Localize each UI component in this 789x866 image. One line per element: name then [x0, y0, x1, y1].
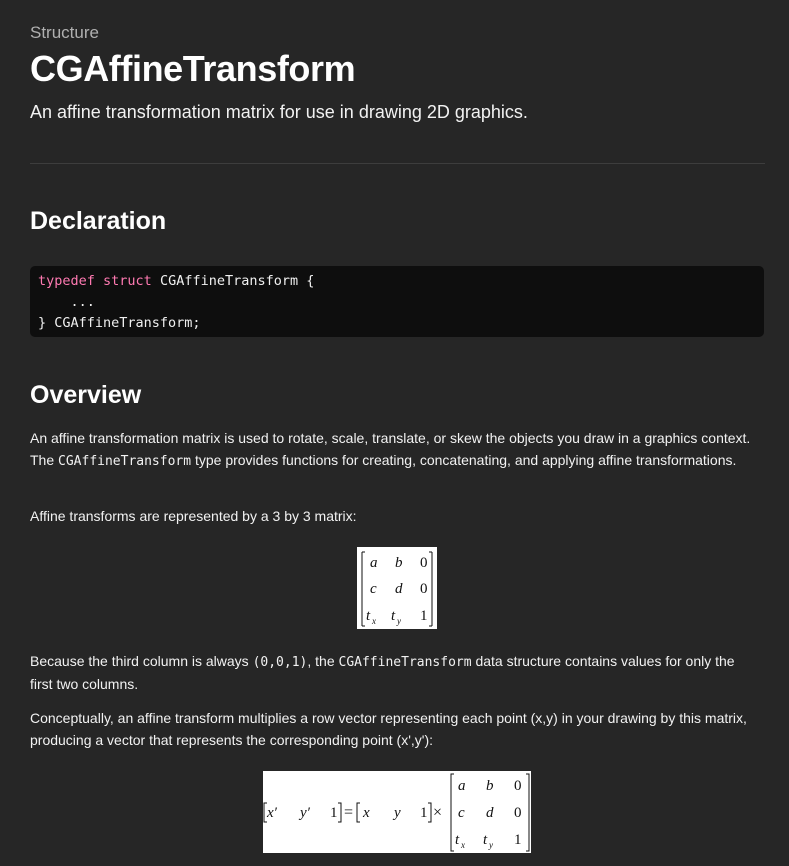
eq-matrix-right-bracket	[526, 773, 530, 852]
lhs-one: 1	[330, 805, 338, 821]
eq-matrix-cell: 0	[514, 778, 522, 794]
code-line-2: ...	[38, 294, 95, 310]
eq-matrix-cell: d	[486, 805, 494, 821]
matrix-subscript: y	[396, 616, 401, 626]
rhs-y: y	[392, 805, 401, 821]
eq-matrix-left-bracket	[450, 773, 454, 852]
text-run: Because the third column is always	[30, 653, 253, 669]
matrix-cell: 0	[420, 555, 428, 571]
text-run: type provides functions for creating, co…	[191, 451, 737, 468]
matrix-cell: b	[395, 555, 403, 571]
overview-heading: Overview	[30, 381, 142, 409]
rhs-left-bracket	[356, 802, 360, 823]
lhs-x: x′	[266, 805, 278, 821]
matrix-cell: t	[366, 608, 371, 624]
matrix-cell: 1	[420, 608, 428, 624]
eq-matrix-cell: c	[458, 805, 465, 821]
inline-code-symbol[interactable]: CGAffineTransform	[339, 655, 472, 670]
eq-matrix-cell: 1	[514, 832, 522, 848]
rhs-right-bracket	[428, 802, 432, 823]
declaration-heading: Declaration	[30, 207, 167, 235]
matrix-svg: a b 0 c d 0 t x t y 1	[361, 551, 433, 627]
matrix-cell: 0	[420, 581, 428, 597]
matrix-cell: t	[391, 608, 396, 624]
rhs-x: x	[362, 805, 370, 821]
matrix-subscript: x	[371, 616, 376, 626]
section-divider	[30, 163, 765, 164]
page-title: CGAffineTransform	[30, 48, 356, 89]
declaration-code-block[interactable]: typedef struct CGAffineTransform { ... }…	[30, 266, 764, 337]
matrix-cell: c	[370, 581, 377, 597]
eq-matrix-cell: 0	[514, 805, 522, 821]
inline-code-value: (0,0,1)	[252, 655, 308, 670]
eq-matrix-cell: t	[455, 832, 460, 848]
rhs-one: 1	[420, 805, 428, 821]
matrix-figure: a b 0 c d 0 t x t y 1	[357, 547, 437, 629]
overview-paragraph-2: Affine transforms are represented by a 3…	[30, 508, 357, 524]
overview-paragraph-4: Conceptually, an affine transform multip…	[30, 710, 747, 748]
code-line-3: } CGAffineTransform;	[38, 315, 201, 331]
equals-sign: =	[344, 804, 353, 821]
matrix-cell: a	[370, 555, 378, 571]
code-line-1: CGAffineTransform {	[151, 273, 315, 289]
eq-matrix-subscript: y	[488, 840, 493, 850]
eyebrow-label: Structure	[30, 23, 99, 42]
lhs-y: y′	[298, 805, 311, 821]
equation-figure: x′ y′ 1 = x y 1 × a b 0 c d 0 t x t y 1	[263, 771, 531, 853]
eq-matrix-subscript: x	[460, 840, 465, 850]
matrix-cell: d	[395, 581, 403, 597]
eq-matrix-cell: t	[483, 832, 488, 848]
eq-matrix-cell: b	[486, 778, 494, 794]
inline-code-symbol[interactable]: CGAffineTransform	[58, 454, 191, 469]
right-bracket	[429, 551, 433, 627]
equation-svg: x′ y′ 1 = x y 1 × a b 0 c d 0 t x t y 1	[263, 773, 530, 852]
code-keyword-struct: struct	[103, 273, 152, 289]
eq-matrix-cell: a	[458, 778, 466, 794]
page-abstract: An affine transformation matrix for use …	[30, 102, 528, 122]
overview-paragraph-1: An affine transformation matrix is used …	[30, 428, 760, 472]
text-run: , the	[307, 653, 339, 669]
overview-paragraph-3: Because the third column is always (0,0,…	[30, 651, 760, 695]
left-bracket	[361, 551, 365, 627]
lhs-right-bracket	[338, 802, 342, 823]
code-keyword-typedef: typedef	[38, 273, 95, 289]
times-sign: ×	[433, 804, 442, 821]
